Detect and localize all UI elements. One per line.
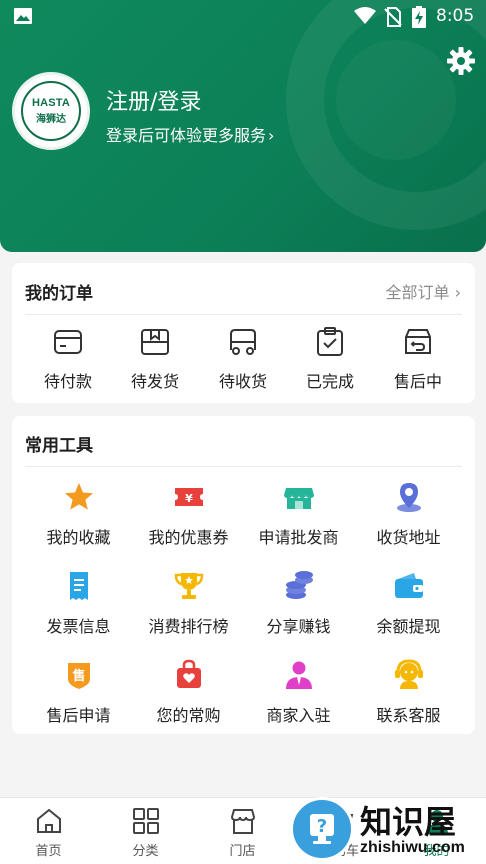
- logo-badge: HASTA 海狮达: [21, 81, 81, 141]
- tool-after-sale-request[interactable]: 售 售后申请: [21, 658, 136, 726]
- my-orders-card: 我的订单 全部订单 › 待付款 待发货 待收货 已完成 售后中: [12, 263, 475, 403]
- tool-coupons[interactable]: ¥ 我的优惠券: [131, 480, 246, 548]
- tool-shipping-address[interactable]: 收货地址: [351, 480, 466, 548]
- settings-gear-icon[interactable]: [446, 46, 476, 76]
- profile-header: 8:05 HASTA 海狮达 注册/登录 登录后可体验更多服务 ›: [0, 0, 486, 252]
- coupon-icon: ¥: [174, 488, 203, 506]
- svg-text:售: 售: [72, 668, 85, 684]
- tool-label: 售后申请: [46, 706, 111, 725]
- tool-label: 消费排行榜: [148, 617, 229, 636]
- home-icon: [36, 808, 61, 833]
- tool-frequent-purchases[interactable]: 您的常购: [131, 658, 246, 726]
- order-item-label: 售后中: [393, 372, 442, 391]
- order-item-label: 待付款: [43, 372, 92, 391]
- svg-text:¥: ¥: [185, 492, 193, 505]
- tool-spending-ranking[interactable]: 消费排行榜: [131, 569, 246, 637]
- nav-store[interactable]: 门店: [194, 806, 291, 859]
- tool-label: 分享赚钱: [266, 617, 331, 636]
- chevron-right-icon: ›: [454, 283, 461, 302]
- tools-title: 常用工具: [25, 436, 93, 456]
- coins-icon: [285, 571, 313, 599]
- header-decoration-inner: [336, 40, 456, 160]
- watermark-text: 知识屋: [360, 803, 457, 841]
- order-pending-receipt[interactable]: 待收货: [199, 325, 287, 392]
- question-monitor-icon: ?: [310, 814, 334, 844]
- tool-label: 余额提现: [376, 617, 441, 636]
- tool-apply-wholesaler[interactable]: 申请批发商: [241, 480, 356, 548]
- trophy-icon: [174, 573, 203, 599]
- grid-icon: [132, 808, 159, 834]
- login-subtitle-link[interactable]: 登录后可体验更多服务 ›: [106, 122, 274, 146]
- divider: [25, 314, 462, 315]
- order-item-label: 待发货: [130, 372, 179, 391]
- nav-label: 首页: [35, 844, 62, 859]
- tool-invoice[interactable]: 发票信息: [21, 569, 136, 637]
- tool-balance-withdraw[interactable]: 余额提现: [351, 569, 466, 637]
- box-icon: [141, 329, 169, 355]
- logo-text-cn: 海狮达: [36, 114, 66, 125]
- star-icon: [64, 483, 93, 510]
- all-orders-label: 全部订单: [385, 283, 450, 302]
- nav-label: 分类: [132, 844, 159, 859]
- no-sim-icon: [384, 7, 402, 27]
- store-icon: [283, 488, 314, 509]
- watermark: ? 知识屋 zhishiwu.com: [288, 795, 486, 864]
- return-box-icon: [405, 329, 431, 354]
- order-item-label: 待收货: [218, 372, 267, 391]
- svg-text:?: ?: [317, 816, 327, 837]
- battery-charging-icon: [412, 6, 426, 28]
- invoice-icon: [69, 572, 88, 600]
- tool-label: 商家入驻: [266, 706, 331, 725]
- order-pending-payment[interactable]: 待付款: [24, 325, 112, 392]
- divider: [25, 466, 462, 467]
- wifi-icon: [354, 7, 376, 24]
- orders-title: 我的订单: [25, 284, 93, 304]
- all-orders-link[interactable]: 全部订单 ›: [385, 279, 461, 303]
- common-tools-card: 常用工具 我的收藏 ¥ 我的优惠券 申请批发商 收货地址 发票信息 消费排行榜 …: [12, 416, 475, 734]
- clipboard-check-icon: [317, 327, 343, 356]
- tool-label: 申请批发商: [258, 528, 339, 547]
- order-pending-shipment[interactable]: 待发货: [111, 325, 199, 392]
- merchant-icon: [285, 661, 312, 689]
- order-completed[interactable]: 已完成: [286, 325, 374, 392]
- chevron-right-icon: ›: [268, 126, 275, 145]
- shop-icon: [230, 809, 255, 834]
- order-item-label: 已完成: [305, 372, 354, 391]
- tool-merchant-join[interactable]: 商家入驻: [241, 658, 356, 726]
- location-icon: [396, 483, 421, 512]
- bag-heart-icon: [176, 659, 201, 688]
- customer-service-icon: [394, 659, 423, 689]
- watermark-logo: ?: [290, 797, 354, 861]
- tool-label: 收货地址: [376, 528, 441, 547]
- tool-label: 发票信息: [46, 617, 111, 636]
- tool-label: 您的常购: [156, 706, 221, 725]
- login-subtitle: 登录后可体验更多服务: [106, 126, 267, 145]
- card-icon: [54, 330, 82, 354]
- login-title[interactable]: 注册/登录: [106, 84, 201, 116]
- order-after-sale[interactable]: 售后中: [374, 325, 462, 392]
- watermark-url: zhishiwu.com: [360, 839, 465, 856]
- tool-label: 联系客服: [376, 706, 441, 725]
- status-bar: 8:05: [0, 0, 486, 34]
- nav-label: 门店: [229, 844, 256, 859]
- nav-home[interactable]: 首页: [0, 806, 97, 859]
- avatar-logo[interactable]: HASTA 海狮达: [12, 72, 90, 150]
- truck-icon: [230, 329, 256, 355]
- tool-label: 我的收藏: [46, 528, 111, 547]
- clock: 8:05: [436, 6, 475, 26]
- tool-favorites[interactable]: 我的收藏: [21, 480, 136, 548]
- logo-text-en: HASTA: [31, 97, 71, 109]
- after-sale-icon: 售: [67, 663, 90, 689]
- tool-customer-service[interactable]: 联系客服: [351, 658, 466, 726]
- image-notification-icon: [14, 8, 32, 24]
- nav-category[interactable]: 分类: [97, 806, 194, 859]
- tool-label: 我的优惠券: [148, 528, 229, 547]
- tool-share-earn[interactable]: 分享赚钱: [241, 569, 356, 637]
- wallet-icon: [394, 573, 423, 598]
